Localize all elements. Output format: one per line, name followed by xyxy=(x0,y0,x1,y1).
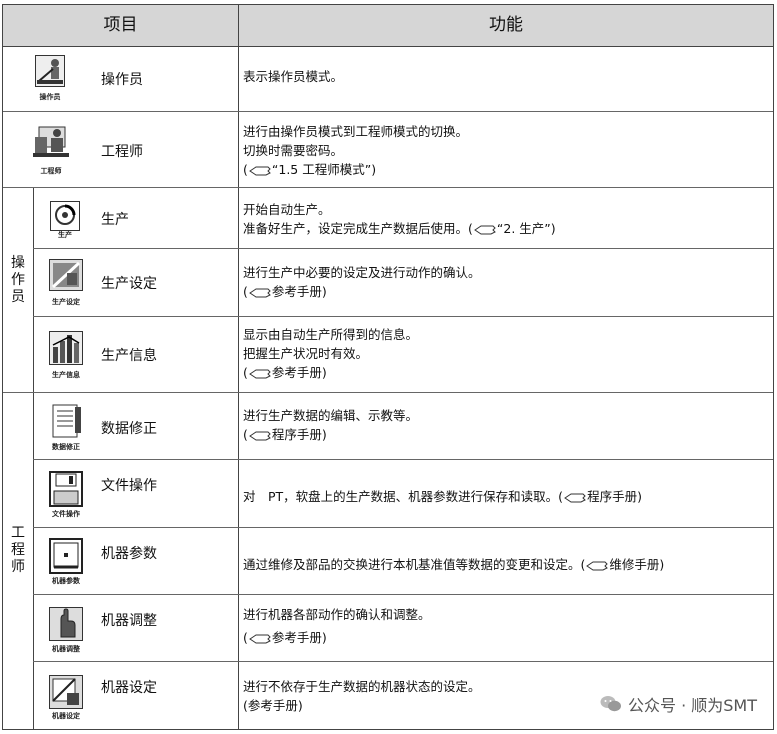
item-name: 文件操作 xyxy=(101,478,157,494)
reference-hand-icon xyxy=(248,288,271,297)
watermark-text: 公众号 · 顺为SMT xyxy=(628,696,757,715)
production-settings-icon xyxy=(49,259,83,291)
desc-line: “1.5 工程师模式”) xyxy=(271,162,377,177)
item-name: 生产设定 xyxy=(101,276,157,292)
group-engineer: 工程师 xyxy=(3,525,33,576)
group-engineer-label: 工程师 xyxy=(11,525,25,575)
desc-line: 参考手册) xyxy=(271,284,327,299)
desc-line: 进行生产数据的编辑、示教等。 xyxy=(243,408,419,423)
icon-label: 文件操作 xyxy=(52,510,80,518)
reference-hand-icon xyxy=(248,634,271,643)
desc-line: 切换时需要密码。 xyxy=(243,143,344,158)
item-name: 生产 xyxy=(101,212,129,228)
desc-line: 通过维修及部品的交换进行本机基准值等数据的变更和设定。( xyxy=(243,557,586,572)
watermark: 公众号 · 顺为SMT xyxy=(600,692,757,716)
reference-hand-icon xyxy=(248,431,271,440)
icon-label: 生产设定 xyxy=(52,298,80,306)
item-description: 表示操作员模式。 xyxy=(243,67,768,86)
icon-label: 机器参数 xyxy=(52,577,80,585)
desc-line: “2. 生产”) xyxy=(496,221,556,236)
reference-hand-icon xyxy=(248,166,271,175)
machine-adjust-hand-icon xyxy=(49,607,83,641)
item-description: 进行由操作员模式到工程师模式的切换。 切换时需要密码。 (“1.5 工程师模式”… xyxy=(243,122,768,179)
item-description: 对 PT，软盘上的生产数据、机器参数进行保存和读取。( 程序手册) xyxy=(243,487,768,506)
engineer-icon xyxy=(33,126,69,157)
group-operator: 操作员 xyxy=(3,255,33,306)
item-name: 操作员 xyxy=(101,72,143,88)
function-table: 项目 功能 操作员 工程师 操作员 操作员 表示操作员模式。 工程师 工程师 进… xyxy=(2,4,774,730)
group-operator-label: 操作员 xyxy=(11,255,25,305)
item-description: 进行生产数据的编辑、示教等。 (程序手册) xyxy=(243,406,768,444)
item-name: 数据修正 xyxy=(101,421,157,437)
icon-label: 数据修正 xyxy=(52,443,80,451)
icon-label: 生产信息 xyxy=(52,371,80,379)
item-description: 通过维修及部品的交换进行本机基准值等数据的变更和设定。( 维修手册) xyxy=(243,555,768,574)
item-description: 进行机器各部动作的确认和调整。 (参考手册) xyxy=(243,605,768,647)
header-item: 项目 xyxy=(103,15,138,35)
item-description: 开始自动生产。 准备好生产，设定完成生产数据后使用。( “2. 生产”) xyxy=(243,200,768,238)
desc-line: 参考手册) xyxy=(271,630,327,645)
desc-line: 对 PT，软盘上的生产数据、机器参数进行保存和读取。( xyxy=(243,489,564,504)
operator-icon xyxy=(35,55,65,87)
reference-hand-icon xyxy=(248,369,271,378)
desc-line: 显示由自动生产所得到的信息。 xyxy=(243,327,419,342)
item-description: 进行生产中必要的设定及进行动作的确认。 (参考手册) xyxy=(243,263,768,301)
reference-hand-icon xyxy=(564,493,586,502)
desc-line: 进行生产中必要的设定及进行动作的确认。 xyxy=(243,265,481,280)
data-edit-icon xyxy=(52,404,81,438)
item-name: 工程师 xyxy=(101,144,143,160)
header-function: 功能 xyxy=(489,15,523,35)
icon-label: 工程师 xyxy=(40,167,62,175)
item-name: 机器调整 xyxy=(101,613,157,629)
reference-hand-icon xyxy=(473,225,496,234)
production-info-icon xyxy=(49,331,83,365)
reference-hand-icon xyxy=(586,561,609,570)
production-icon xyxy=(50,201,80,231)
item-name: 机器设定 xyxy=(101,680,157,696)
wechat-icon xyxy=(600,696,621,712)
item-name: 机器参数 xyxy=(101,546,157,562)
desc-line: 准备好生产，设定完成生产数据后使用。( xyxy=(243,221,473,236)
item-description: 显示由自动生产所得到的信息。 把握生产状况时有效。 (参考手册) xyxy=(243,325,768,382)
icon-label: 生产 xyxy=(58,231,72,239)
machine-settings-icon xyxy=(49,675,83,709)
icon-label: 操作员 xyxy=(39,93,61,101)
desc-line: 维修手册) xyxy=(609,557,665,572)
desc-line: 把握生产状况时有效。 xyxy=(243,346,369,361)
desc-line: 参考手册) xyxy=(271,365,327,380)
desc-line: 程序手册) xyxy=(271,427,327,442)
desc-line: 进行机器各部动作的确认和调整。 xyxy=(243,607,431,622)
icon-label: 机器设定 xyxy=(52,712,80,720)
desc-line: 程序手册) xyxy=(587,489,642,504)
floppy-disk-icon xyxy=(49,471,83,507)
icon-label: 机器调整 xyxy=(52,645,80,653)
desc-line: 表示操作员模式。 xyxy=(243,69,344,84)
table-header: 项目 功能 xyxy=(3,5,773,47)
item-name: 生产信息 xyxy=(101,348,157,364)
machine-parameters-icon xyxy=(49,538,83,574)
desc-line: 开始自动生产。 xyxy=(243,202,331,217)
desc-line: 进行由操作员模式到工程师模式的切换。 xyxy=(243,124,469,139)
